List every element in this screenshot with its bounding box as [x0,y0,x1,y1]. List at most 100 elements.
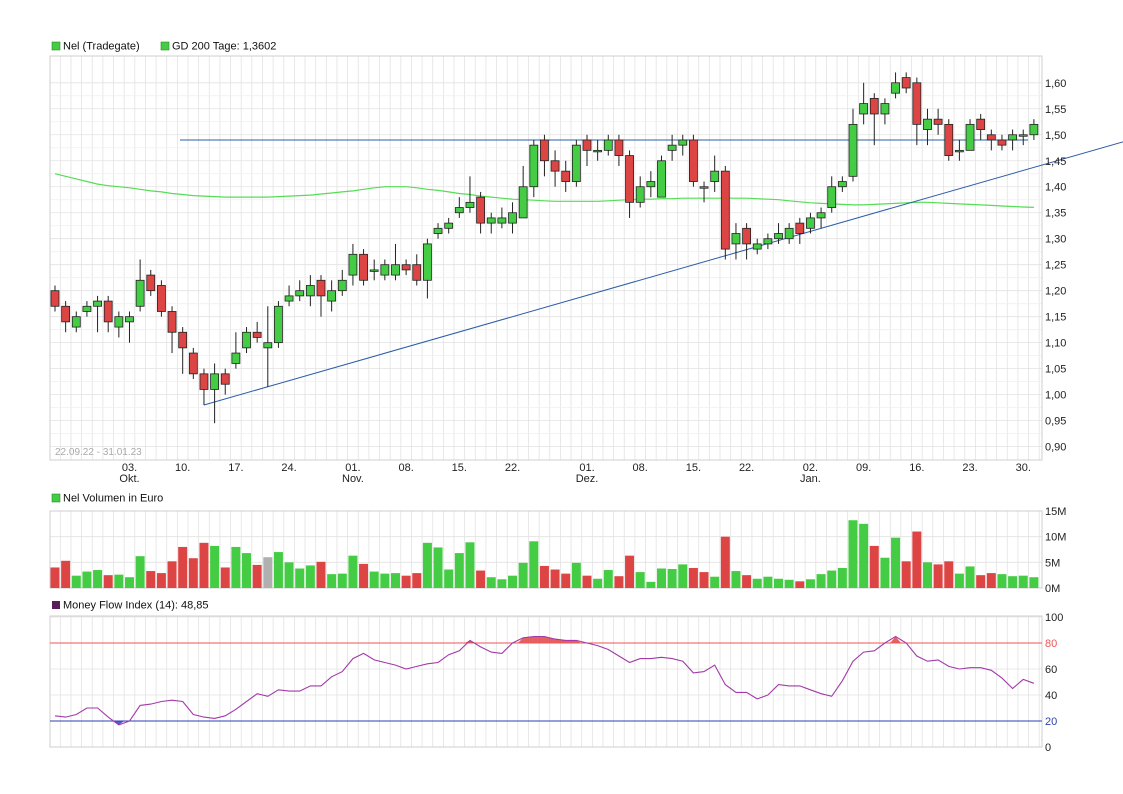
legend-swatch-gd200 [160,41,170,51]
candle-body [199,373,209,390]
volume-bar [369,571,379,588]
candle-body [571,144,581,182]
volume-bar [71,575,81,588]
candle [550,150,560,187]
candle [156,280,166,317]
candle [635,176,645,208]
volume-bar [263,557,273,588]
volume-bar [444,569,454,588]
candle-body [444,222,454,229]
candle-body [401,264,411,271]
volume-bar [752,578,762,588]
candle-body [497,217,507,224]
candle-body [188,352,198,375]
volume-bar [837,567,847,588]
y-tick-label: 1,35 [1045,208,1066,220]
candle [486,212,496,234]
candle [508,202,517,234]
candle [412,254,422,286]
legend-label-volume: Nel Volumen in Euro [63,493,163,505]
volume-bar [656,568,666,588]
volume-bar [997,574,1007,588]
volume-bar [231,546,241,588]
volume-bar [880,557,890,588]
volume-bar [284,562,294,588]
candle-body [646,181,656,188]
volume-bar [869,545,879,588]
candle [1008,129,1017,151]
candle [699,181,709,203]
candle-body [891,82,900,94]
y-tick-label: 1,15 [1045,312,1066,324]
volume-bar [359,563,369,588]
x-tick-label: 15. [686,462,701,474]
candle [667,134,677,161]
candle [135,259,145,312]
candle [848,108,858,182]
volume-bar [805,579,815,588]
y-tick-label: 5M [1045,557,1060,569]
candle [816,207,826,229]
y-tick-label: 40 [1045,690,1057,702]
candle [252,321,262,343]
volume-bar [242,553,252,588]
x-tick-label: 23. [962,462,977,474]
candle [837,176,847,192]
volume-bar [316,561,326,588]
x-tick-label: 16. [909,462,924,474]
candle-body [412,264,422,281]
volume-bar [603,570,613,588]
candle-body [848,123,858,177]
price-panel: 0,90 0,95 1,00 1,05 1,10 1,15 1,20 1,25 1,30 1,35… [49,41,1123,485]
volume-bar [816,574,826,588]
candle-body [156,285,166,312]
candle-body [263,342,273,349]
volume-bar [210,545,220,588]
candle-body [103,300,113,323]
volume-bar [529,541,539,588]
candle-body [774,233,783,240]
candle-body [295,290,305,297]
y-tick-label: 1,60 [1045,78,1066,90]
candle [146,269,156,296]
volume-bar [220,567,230,588]
candle [444,217,454,234]
candle-body [614,139,624,156]
volume-bar [774,578,784,588]
volume-bar [699,572,709,588]
candle-body [901,77,911,89]
volume-bar [422,542,432,588]
candle-body [678,139,688,146]
candle [1029,119,1039,140]
volume-bar [678,564,688,588]
candle-body [231,352,241,364]
candle [103,295,113,333]
candle-body [114,316,124,328]
volume-bar [561,573,571,588]
volume-bar [124,577,134,588]
y-tick-label: 1,55 [1045,104,1066,116]
x-tick-month: Okt. [119,473,139,485]
volume-bar [688,567,698,588]
x-tick-label: 10. [175,462,190,474]
candle [125,311,134,343]
legend-label-nel: Nel (Tradegate) [63,41,140,53]
volume-bar [795,581,805,588]
volume-bar [933,564,943,588]
volume-bar [731,571,741,588]
candle-body [752,243,762,250]
y-tick-label: 0M [1045,583,1060,595]
candle [763,233,773,250]
candle [231,332,241,369]
y-tick-label: 1,00 [1045,390,1066,402]
candle-body [433,227,443,234]
candle [167,306,177,354]
candle-body [699,186,709,189]
candle-body [486,217,496,224]
candle [284,285,294,307]
candle-body [93,300,102,307]
candle-body [827,186,837,208]
candle [742,223,751,260]
candle-body [1018,134,1028,137]
candle-body [369,269,379,272]
